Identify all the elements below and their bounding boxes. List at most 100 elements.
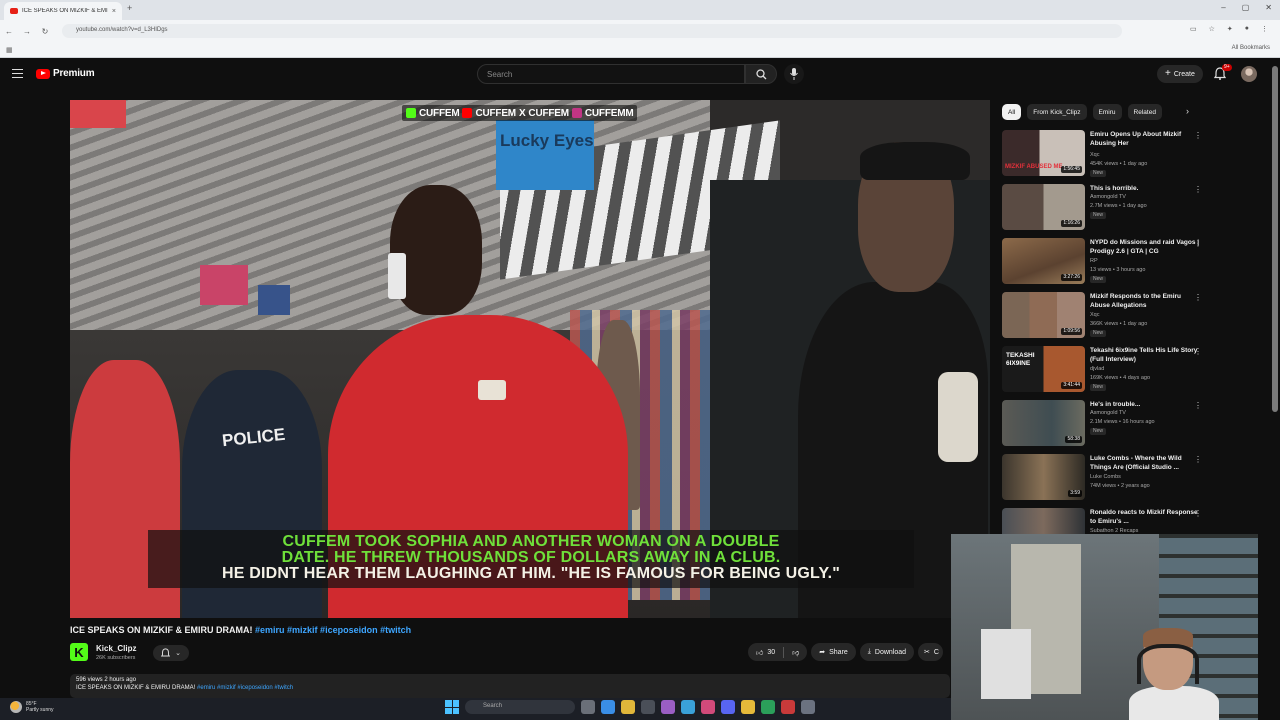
video-thumbnail[interactable]: TEKASHI 6IX9INE 3:41:44 [1002, 346, 1085, 392]
more-options-icon[interactable]: ⋮ [1194, 185, 1202, 194]
video-thumbnail[interactable]: 3:27:26 [1002, 238, 1085, 284]
app-icon[interactable] [661, 700, 675, 714]
reload-icon[interactable]: ↻ [36, 27, 54, 36]
extensions-icon[interactable]: ✦ [1227, 25, 1233, 33]
video-thumbnail[interactable]: 58:38 [1002, 400, 1085, 446]
recommendation-channel[interactable]: Asmongold TV [1090, 194, 1126, 200]
cast-icon[interactable]: ▭ [1190, 25, 1197, 33]
discord-icon[interactable] [721, 700, 735, 714]
recommendation-item[interactable]: 3:59 Luke Combs - Where the Wild Things … [1002, 452, 1210, 506]
task-view-icon[interactable] [581, 700, 595, 714]
recommendation-title[interactable]: This is horrible. [1090, 184, 1202, 193]
recommendation-channel[interactable]: djvlad [1090, 366, 1104, 372]
video-player[interactable]: Lucky Eyes POLICE CUFFEM CUFFEM X CUFFEM… [70, 100, 990, 618]
recommendation-item[interactable]: 1:16:26 This is horrible. Asmongold TV 2… [1002, 182, 1210, 236]
channel-avatar[interactable]: K [70, 643, 88, 661]
close-window-button[interactable]: ✕ [1265, 3, 1272, 12]
video-thumbnail[interactable]: 3:59 [1002, 454, 1085, 500]
more-options-icon[interactable]: ⋮ [1194, 131, 1202, 140]
back-arrow-icon[interactable]: ← [0, 27, 18, 36]
recommendation-meta: 74M views • 2 years ago [1090, 483, 1150, 489]
recommendation-channel[interactable]: RP [1090, 258, 1098, 264]
recommendation-channel[interactable]: Xqc [1090, 152, 1099, 158]
chip-related[interactable]: Related [1127, 104, 1162, 120]
apps-grid-icon[interactable]: ▦ [6, 46, 13, 54]
windows-start-icon[interactable] [445, 700, 459, 714]
subscription-bell-button[interactable]: ⌄ [153, 645, 189, 661]
chip-from-channel[interactable]: From Kick_Clipz [1027, 104, 1087, 120]
file-explorer-icon[interactable] [741, 700, 755, 714]
app-icon[interactable] [761, 700, 775, 714]
more-options-icon[interactable]: ⋮ [1194, 293, 1202, 302]
recommendation-item[interactable]: 3:27:26 NYPD do Missions and raid Vagos … [1002, 236, 1210, 290]
more-options-icon[interactable]: ⋮ [1194, 401, 1202, 410]
video-title-hashtags[interactable]: #emiru #mizkif #iceposeidon #twitch [255, 625, 411, 635]
taskbar-search-input[interactable]: Search [465, 700, 575, 714]
app-icon[interactable] [781, 700, 795, 714]
search-button[interactable] [745, 64, 777, 84]
more-options-icon[interactable]: ⋮ [1194, 347, 1202, 356]
chip-emiru[interactable]: Emiru [1092, 104, 1122, 120]
video-thumbnail[interactable] [1002, 508, 1085, 534]
browser-menu-icon[interactable]: ⋮ [1261, 25, 1268, 33]
new-tab-button[interactable]: + [127, 3, 132, 13]
video-thumbnail[interactable]: 1:16:26 [1002, 184, 1085, 230]
dislike-button[interactable]: 👎︎ [784, 648, 807, 657]
duration-badge: 1:56:45 [1061, 166, 1082, 173]
account-avatar[interactable] [1241, 66, 1257, 82]
forward-arrow-icon[interactable]: → [18, 27, 36, 36]
chevron-right-icon[interactable]: › [1186, 106, 1189, 116]
share-button[interactable]: ➦ Share [811, 643, 856, 661]
profile-icon[interactable]: ● [1245, 25, 1249, 33]
recommendation-title[interactable]: Ronaldo reacts to Mizkif Response to Emi… [1090, 508, 1202, 526]
description-box[interactable]: 596 views 2 hours ago ICE SPEAKS ON MIZK… [70, 674, 950, 698]
more-options-icon[interactable]: ⋮ [1194, 455, 1202, 464]
recommendation-channel[interactable]: Asmongold TV [1090, 410, 1126, 416]
maximize-button[interactable]: ▢ [1242, 3, 1250, 12]
app-icon[interactable] [701, 700, 715, 714]
recommendation-item[interactable]: MIZKIF ABUSED ME 1:56:45 Emiru Opens Up … [1002, 128, 1210, 182]
browser-tab-active[interactable]: ICE SPEAKS ON MIZKIF & EMIRU DRAMA! #emi… [4, 2, 122, 20]
recommendation-title[interactable]: He's in trouble... [1090, 400, 1202, 409]
recommendation-title[interactable]: Tekashi 6ix9ine Tells His Life Story (Fu… [1090, 346, 1202, 364]
recommendation-item[interactable]: TEKASHI 6IX9INE 3:41:44 Tekashi 6ix9ine … [1002, 344, 1210, 398]
voice-search-button[interactable] [784, 64, 804, 84]
youtube-premium-logo[interactable]: Premium [36, 68, 95, 79]
video-thumbnail[interactable]: 1:09:56 [1002, 292, 1085, 338]
copilot-icon[interactable] [601, 700, 615, 714]
create-button[interactable]: + Create [1157, 65, 1203, 83]
recommendation-title[interactable]: Luke Combs - Where the Wild Things Are (… [1090, 454, 1202, 472]
weather-widget[interactable]: 85°F Partly sunny [10, 701, 54, 713]
video-thumbnail[interactable]: MIZKIF ABUSED ME 1:56:45 [1002, 130, 1085, 176]
chip-all[interactable]: All [1002, 104, 1022, 120]
search-input[interactable]: Search [477, 64, 745, 84]
channel-name[interactable]: Kick_Clipz [96, 644, 136, 653]
bookmark-star-icon[interactable]: ☆ [1209, 25, 1215, 33]
menu-hamburger-icon[interactable] [12, 69, 23, 78]
recommendation-item[interactable]: Ronaldo reacts to Mizkif Response to Emi… [1002, 506, 1210, 534]
more-options-icon[interactable]: ⋮ [1194, 239, 1202, 248]
recommendation-title[interactable]: Emiru Opens Up About Mizkif Abusing Her [1090, 130, 1202, 148]
like-button[interactable]: 👍︎ 30 [748, 648, 783, 657]
store-icon[interactable] [641, 700, 655, 714]
clip-button[interactable]: ✂ C [918, 643, 943, 661]
recommendation-item[interactable]: 1:09:56 Mizkif Responds to the Emiru Abu… [1002, 290, 1210, 344]
chrome-icon[interactable] [621, 700, 635, 714]
recommendation-title[interactable]: NYPD do Missions and raid Vagos | Prodig… [1090, 238, 1202, 256]
all-bookmarks-button[interactable]: All Bookmarks [1232, 45, 1270, 51]
description-hashtags[interactable]: #emiru #mizkif #iceposeidon #twitch [197, 685, 293, 691]
url-field[interactable]: youtube.com/watch?v=d_L3HIDgs [62, 24, 1122, 38]
app-icon[interactable] [681, 700, 695, 714]
like-dislike-group: 👍︎ 30 👎︎ [748, 643, 808, 661]
recommendation-item[interactable]: 58:38 He's in trouble... Asmongold TV 2.… [1002, 398, 1210, 452]
page-scrollbar[interactable] [1272, 66, 1278, 412]
tab-close-icon[interactable]: × [112, 8, 116, 15]
new-badge: New [1090, 330, 1107, 337]
download-button[interactable]: ⤓ Download [859, 643, 915, 661]
minimize-button[interactable]: – [1221, 3, 1225, 12]
recommendation-title[interactable]: Mizkif Responds to the Emiru Abuse Alleg… [1090, 292, 1202, 310]
recommendation-channel[interactable]: Luke Combs [1090, 474, 1121, 480]
app-icon[interactable] [801, 700, 815, 714]
more-options-icon[interactable]: ⋮ [1194, 509, 1202, 518]
recommendation-channel[interactable]: Xqc [1090, 312, 1099, 318]
